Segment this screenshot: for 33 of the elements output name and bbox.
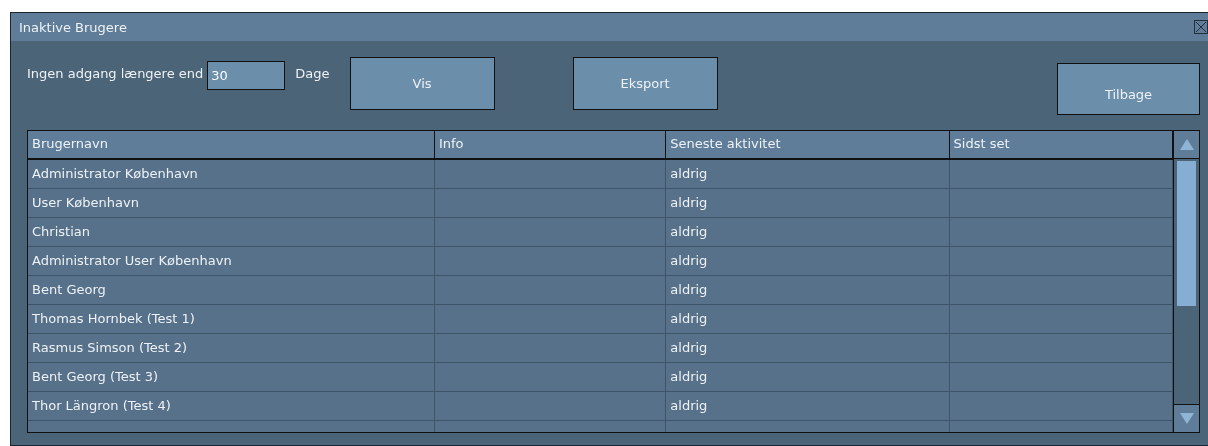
scroll-down-icon[interactable] — [1179, 413, 1194, 424]
table-cell: Christian — [32, 224, 90, 239]
filter-label: Ingen adgang længere end — [27, 66, 204, 81]
scrollbar[interactable] — [1173, 131, 1199, 432]
scroll-up-icon[interactable] — [1179, 139, 1194, 150]
table-cell: aldrig — [670, 398, 708, 413]
table-cell: aldrig — [670, 369, 708, 384]
table-cell: Thor Längron (Test 4) — [32, 398, 171, 413]
window-title: Inaktive Brugere — [19, 19, 128, 35]
column-header[interactable]: Brugernavn — [28, 131, 435, 158]
table-cell: aldrig — [670, 340, 708, 355]
export-button[interactable]: Eksport — [572, 57, 718, 110]
scroll-thumb[interactable] — [1177, 161, 1196, 306]
table-cell: Administrator User København — [32, 253, 232, 268]
table-cell: Bent Georg (Test 3) — [32, 369, 159, 384]
table-cell: aldrig — [670, 166, 708, 181]
table-cell: Bent Georg — [32, 282, 106, 297]
table-cell: aldrig — [670, 253, 708, 268]
table-cell: Rasmus Simson (Test 2) — [32, 340, 188, 355]
column-header[interactable]: Info — [434, 131, 667, 158]
show-button[interactable]: Vis — [349, 57, 495, 110]
table-cell: Administrator København — [32, 166, 198, 181]
back-button[interactable]: Tilbage — [1057, 63, 1200, 115]
table-cell: aldrig — [670, 282, 708, 297]
table-cell: User København — [32, 195, 139, 210]
table-cell: aldrig — [670, 224, 708, 239]
days-input-field[interactable]: 30 — [207, 61, 286, 90]
close-icon[interactable] — [1194, 20, 1208, 34]
table-cell: aldrig — [670, 311, 708, 326]
table-cell: Thomas Hornbek (Test 1) — [32, 311, 195, 326]
column-header[interactable]: Seneste aktivitet — [666, 131, 950, 158]
table-cell: aldrig — [670, 195, 708, 210]
unit-label: Dage — [295, 66, 330, 81]
